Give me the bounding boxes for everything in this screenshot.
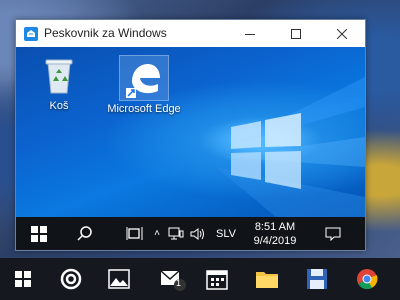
save-app-icon: [307, 269, 327, 289]
host-file-explorer-button[interactable]: [244, 258, 290, 300]
close-icon: [337, 28, 347, 39]
network-icon: [168, 227, 184, 239]
window-title: Peskovnik za Windows: [44, 26, 167, 40]
host-mail-button[interactable]: 1: [150, 258, 196, 300]
notification-icon: [325, 227, 341, 241]
photos-icon: [108, 269, 130, 289]
desktop-icon-recycle-bin[interactable]: Koš: [21, 55, 97, 112]
sandbox-window[interactable]: Peskovnik za Windows Koš Microsoft Edge …: [15, 19, 366, 251]
sandbox-desktop: Koš Microsoft Edge: [16, 47, 365, 217]
task-view-icon: [126, 226, 143, 240]
windows-logo-icon: [31, 225, 47, 242]
sandbox-taskbar: ˄ SLV 8:51 AM 9/4/2019: [16, 217, 365, 250]
system-clock[interactable]: 8:51 AM 9/4/2019: [245, 220, 305, 248]
host-chrome-button[interactable]: [344, 258, 390, 300]
sandbox-app-icon: [24, 27, 38, 41]
action-center-button[interactable]: [318, 217, 348, 250]
recycle-bin-icon: [45, 59, 73, 94]
desktop-icon-label: Microsoft Edge: [107, 103, 181, 115]
host-taskbar: 1: [0, 258, 400, 300]
file-explorer-icon: [256, 272, 278, 288]
cortana-icon: [60, 268, 82, 290]
input-language-indicator[interactable]: SLV: [212, 217, 240, 250]
speaker-icon: [190, 227, 204, 240]
network-tray-icon[interactable]: [166, 217, 186, 250]
start-icon: [15, 271, 31, 287]
host-photos-button[interactable]: [96, 258, 142, 300]
search-button[interactable]: [70, 217, 100, 250]
edge-icon: [126, 64, 160, 98]
host-save-app-button[interactable]: [294, 258, 340, 300]
host-start-button[interactable]: [0, 258, 46, 300]
minimize-icon: [245, 33, 255, 35]
show-hidden-icons[interactable]: ˄: [152, 217, 162, 250]
search-icon: [77, 225, 92, 241]
maximize-button[interactable]: [273, 20, 319, 47]
title-bar[interactable]: Peskovnik za Windows: [16, 20, 365, 47]
mail-icon: [160, 270, 186, 291]
maximize-icon: [291, 28, 301, 39]
start-button[interactable]: [24, 217, 54, 250]
task-view-button[interactable]: [120, 217, 150, 250]
clock-time: 8:51 AM: [254, 221, 296, 233]
minimize-button[interactable]: [227, 20, 273, 47]
desktop-icon-label: Koš: [49, 100, 69, 112]
clock-date: 9/4/2019: [253, 235, 297, 247]
chrome-icon: [357, 269, 378, 290]
volume-tray-icon[interactable]: [188, 217, 208, 250]
close-button[interactable]: [319, 20, 365, 47]
desktop-icon-microsoft-edge[interactable]: Microsoft Edge: [106, 55, 182, 115]
host-calendar-button[interactable]: [194, 258, 240, 300]
mail-badge: 1: [176, 278, 182, 288]
calendar-icon: [206, 270, 228, 290]
host-cortana-button[interactable]: [48, 258, 94, 300]
